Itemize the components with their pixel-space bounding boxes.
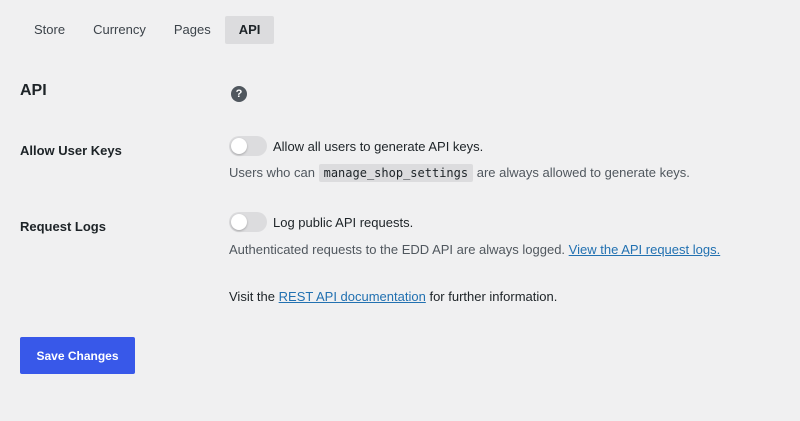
request-logs-label: Request Logs: [20, 219, 106, 234]
request-logs-toggle-label: Log public API requests.: [273, 214, 414, 230]
request-logs-toggle[interactable]: [229, 212, 267, 232]
help-icon[interactable]: ?: [231, 86, 247, 102]
settings-tabs: Store Currency Pages API: [20, 16, 275, 44]
section-title: API: [20, 82, 47, 99]
toggle-knob: [231, 214, 247, 230]
rest-api-note: Visit the REST API documentation for fur…: [229, 289, 557, 304]
rest-api-note-after: for further information.: [429, 289, 558, 304]
request-logs-desc-before: Authenticated requests to the EDD API ar…: [229, 242, 566, 257]
allow-user-keys-row: Allow all users to generate API keys.: [229, 136, 483, 156]
tab-store[interactable]: Store: [20, 16, 79, 44]
view-request-logs-link[interactable]: View the API request logs.: [569, 242, 721, 257]
allow-user-keys-label: Allow User Keys: [20, 143, 122, 158]
allow-user-keys-desc-after: are always allowed to generate keys.: [476, 165, 690, 180]
save-changes-button[interactable]: Save Changes: [20, 337, 135, 374]
allow-user-keys-desc-before: Users who can: [229, 165, 315, 180]
tab-pages[interactable]: Pages: [160, 16, 225, 44]
request-logs-description: Authenticated requests to the EDD API ar…: [229, 242, 720, 257]
allow-user-keys-toggle[interactable]: [229, 136, 267, 156]
rest-api-documentation-link[interactable]: REST API documentation: [279, 289, 426, 304]
rest-api-note-before: Visit the: [229, 289, 276, 304]
tab-currency[interactable]: Currency: [79, 16, 160, 44]
request-logs-row: Log public API requests.: [229, 212, 413, 232]
tab-api[interactable]: API: [224, 16, 275, 44]
capability-code: manage_shop_settings: [318, 164, 474, 182]
allow-user-keys-toggle-label: Allow all users to generate API keys.: [273, 138, 484, 154]
allow-user-keys-description: Users who can manage_shop_settings are a…: [229, 164, 690, 182]
toggle-knob: [231, 138, 247, 154]
